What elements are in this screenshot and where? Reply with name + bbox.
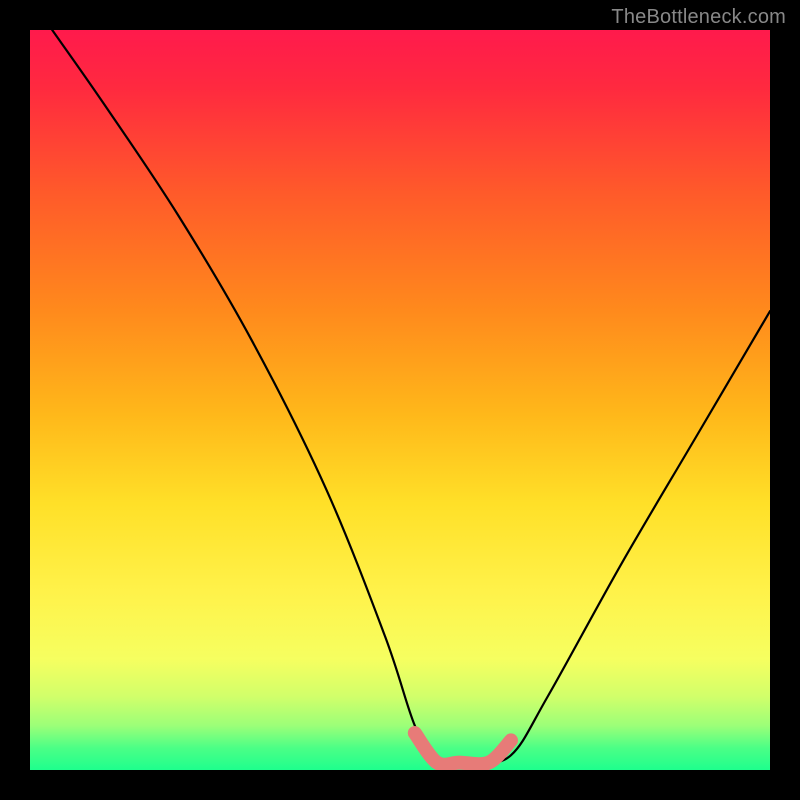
curve-svg — [30, 30, 770, 770]
watermark-text: TheBottleneck.com — [611, 6, 786, 29]
main-curve-path — [52, 30, 770, 766]
plot-area — [30, 30, 770, 770]
trough-highlight-path — [415, 733, 511, 765]
chart-frame: TheBottleneck.com — [0, 0, 800, 800]
